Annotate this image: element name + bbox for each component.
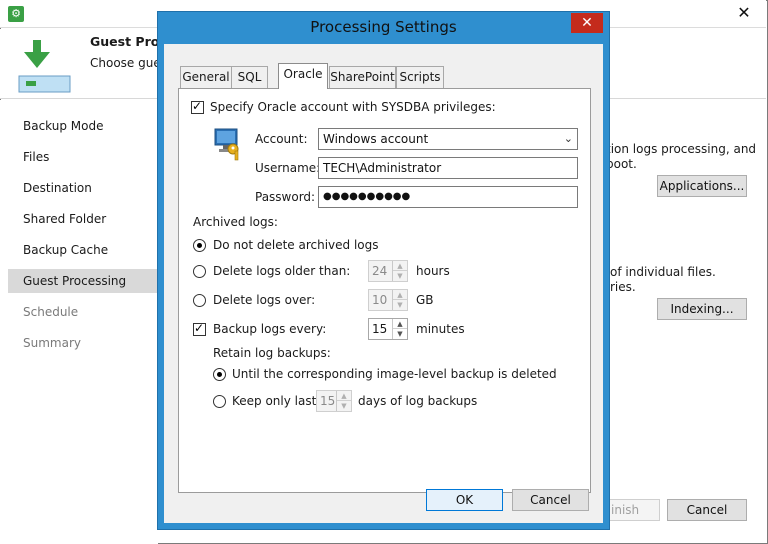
guest-processing-description: tion logs processing, and boot. [606, 142, 756, 172]
chevron-down-icon[interactable]: ▼ [393, 300, 407, 310]
username-label: Username: [255, 161, 321, 175]
keep-only-value: 15 [320, 394, 336, 408]
nav-item-backup-mode[interactable]: Backup Mode [8, 114, 158, 138]
app-gear-icon: ⚙ [8, 6, 24, 22]
do-not-delete-radio[interactable] [193, 239, 206, 252]
delete-over-label: Delete logs over: [213, 293, 316, 307]
dialog-cancel-button[interactable]: Cancel [512, 489, 589, 511]
stepper-buttons: ▲ ▼ [392, 319, 407, 339]
delete-over-stepper[interactable]: 10 ▲ ▼ [368, 289, 408, 311]
description-line: tion logs processing, and [606, 142, 757, 156]
tab-oracle[interactable]: Oracle [278, 63, 328, 89]
sysdba-checkbox[interactable] [191, 99, 204, 114]
tab-scripts[interactable]: Scripts [396, 66, 444, 88]
chevron-down-icon[interactable]: ▼ [337, 401, 351, 411]
dialog-title: Processing Settings [310, 18, 457, 36]
nav-item-guest-processing[interactable]: Guest Processing [8, 269, 158, 293]
tab-sharepoint[interactable]: SharePoint [329, 66, 396, 88]
description-line: ries. [610, 280, 636, 294]
stepper-buttons: ▲ ▼ [336, 391, 351, 411]
nav-item-schedule: Schedule [23, 305, 79, 319]
ok-button[interactable]: OK [426, 489, 503, 511]
wizard-close-icon[interactable]: ✕ [728, 1, 760, 25]
description-line: of individual files. [610, 265, 716, 279]
chevron-down-icon: ⌄ [563, 132, 573, 145]
sysdba-label: Specify Oracle account with SYSDBA privi… [210, 100, 496, 114]
nav-item-backup-cache[interactable]: Backup Cache [8, 238, 158, 262]
keep-only-radio[interactable] [213, 395, 226, 408]
wizard-step-subtitle: Choose gues [90, 56, 167, 70]
chevron-up-icon[interactable]: ▲ [393, 319, 407, 329]
nav-item-summary: Summary [23, 336, 81, 350]
delete-older-value: 24 [372, 264, 388, 278]
tab-sql[interactable]: SQL [231, 66, 268, 88]
account-select[interactable]: Windows account ⌄ [318, 128, 578, 150]
backup-every-stepper[interactable]: 15 ▲ ▼ [368, 318, 408, 340]
chevron-up-icon[interactable]: ▲ [393, 261, 407, 271]
wizard-nav: Backup Mode Files Destination Shared Fol… [0, 100, 158, 544]
backup-every-value: 15 [372, 322, 388, 336]
archived-logs-heading: Archived logs: [193, 215, 278, 229]
delete-over-unit: GB [416, 293, 434, 307]
keep-only-unit: days of log backups [358, 394, 478, 408]
nav-item-shared-folder[interactable]: Shared Folder [8, 207, 158, 231]
chevron-up-icon[interactable]: ▲ [337, 391, 351, 401]
processing-settings-dialog: Processing Settings ✕ General SQL Oracle… [157, 11, 610, 530]
keep-only-label: Keep only last [232, 394, 317, 408]
delete-over-value: 10 [372, 293, 388, 307]
chevron-down-icon[interactable]: ▼ [393, 329, 407, 339]
tab-general[interactable]: General [180, 66, 232, 88]
delete-older-unit: hours [416, 264, 450, 278]
dialog-body: General SQL Oracle SharePoint Scripts Sp… [164, 44, 603, 523]
dialog-close-icon[interactable]: ✕ [571, 13, 603, 33]
account-label: Account: [255, 132, 308, 146]
nav-item-files[interactable]: Files [8, 145, 158, 169]
backup-every-label: Backup logs every: [213, 322, 327, 336]
until-deleted-label: Until the corresponding image-level back… [232, 367, 557, 381]
backup-every-checkbox[interactable] [193, 321, 206, 336]
delete-older-label: Delete logs older than: [213, 264, 351, 278]
account-select-value: Windows account [323, 132, 429, 146]
username-field[interactable]: TECH\Administrator [318, 157, 578, 179]
delete-older-radio[interactable] [193, 265, 206, 278]
backup-download-icon [18, 38, 72, 94]
stepper-buttons: ▲ ▼ [392, 261, 407, 281]
stepper-buttons: ▲ ▼ [392, 290, 407, 310]
retain-heading: Retain log backups: [213, 346, 331, 360]
backup-every-unit: minutes [416, 322, 465, 336]
chevron-down-icon[interactable]: ▼ [393, 271, 407, 281]
chevron-up-icon[interactable]: ▲ [393, 290, 407, 300]
password-field[interactable]: ●●●●●●●●●● [318, 186, 578, 208]
delete-over-radio[interactable] [193, 294, 206, 307]
nav-item-destination[interactable]: Destination [8, 176, 158, 200]
keep-only-stepper[interactable]: 15 ▲ ▼ [316, 390, 352, 412]
delete-older-stepper[interactable]: 24 ▲ ▼ [368, 260, 408, 282]
description-line: boot. [606, 157, 637, 171]
until-deleted-radio[interactable] [213, 368, 226, 381]
password-label: Password: [255, 190, 316, 204]
applications-button[interactable]: Applications... [657, 175, 747, 197]
wizard-cancel-button[interactable]: Cancel [667, 499, 747, 521]
indexing-button[interactable]: Indexing... [657, 298, 747, 320]
do-not-delete-label: Do not delete archived logs [213, 238, 379, 252]
indexing-description: of individual files. ries. [610, 265, 716, 295]
account-key-icon [213, 127, 245, 161]
oracle-tab-panel: Specify Oracle account with SYSDBA privi… [178, 88, 591, 493]
